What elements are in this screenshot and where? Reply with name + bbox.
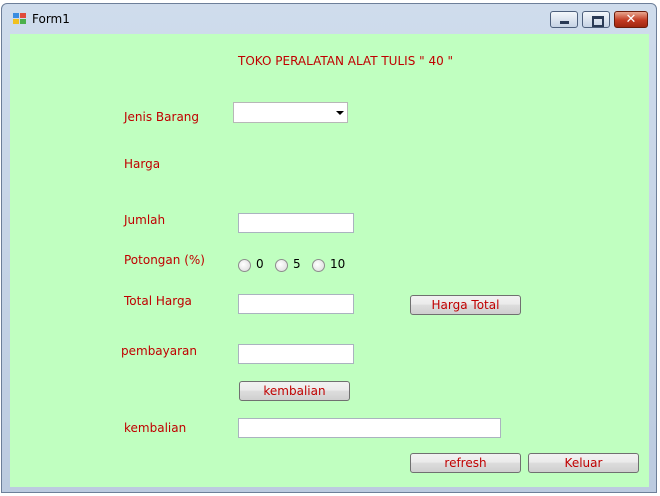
potongan-0-label[interactable]: 0 xyxy=(256,257,264,271)
label-harga: Harga xyxy=(124,157,161,171)
maximize-button[interactable] xyxy=(582,11,610,28)
jumlah-input[interactable] xyxy=(238,213,354,233)
main-window: Form1 ✕ TOKO PERALATAN ALAT TULIS " 40 "… xyxy=(1,3,657,493)
potongan-0-radio[interactable] xyxy=(238,259,251,272)
chevron-down-icon[interactable] xyxy=(336,111,344,115)
harga-total-button[interactable]: Harga Total xyxy=(410,295,521,315)
potongan-5-label[interactable]: 5 xyxy=(293,257,301,271)
label-pembayaran: pembayaran xyxy=(121,344,198,358)
maximize-icon xyxy=(592,16,604,27)
minimize-icon xyxy=(560,21,569,24)
jenis-barang-combobox[interactable] xyxy=(233,102,348,123)
minimize-button[interactable] xyxy=(550,11,578,28)
page-title: TOKO PERALATAN ALAT TULIS " 40 " xyxy=(238,54,454,68)
label-potongan: Potongan (%) xyxy=(124,253,205,267)
total-harga-input[interactable] xyxy=(238,294,354,314)
kembalian-input[interactable] xyxy=(238,418,501,438)
label-jenis-barang: Jenis Barang xyxy=(124,110,200,124)
potongan-10-label[interactable]: 10 xyxy=(330,257,345,271)
potongan-5-radio[interactable] xyxy=(275,259,288,272)
title-bar[interactable]: Form1 ✕ xyxy=(2,4,656,34)
kembalian-button[interactable]: kembalian xyxy=(239,381,350,401)
form-client-area: TOKO PERALATAN ALAT TULIS " 40 " Jenis B… xyxy=(10,34,649,487)
label-total-harga: Total Harga xyxy=(124,294,192,308)
keluar-button[interactable]: Keluar xyxy=(528,453,639,473)
potongan-10-radio[interactable] xyxy=(312,259,325,272)
close-button[interactable]: ✕ xyxy=(614,11,648,28)
app-icon xyxy=(13,13,27,25)
close-icon: ✕ xyxy=(625,12,637,27)
refresh-button[interactable]: refresh xyxy=(410,453,521,473)
label-jumlah: Jumlah xyxy=(124,213,166,227)
pembayaran-input[interactable] xyxy=(238,344,354,364)
window-title: Form1 xyxy=(32,12,70,26)
label-kembalian: kembalian xyxy=(124,421,187,435)
